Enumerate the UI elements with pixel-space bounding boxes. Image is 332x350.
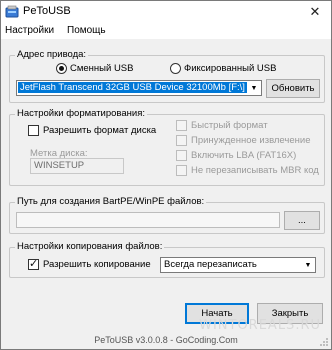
copy-settings-label: Настройки копирования файлов: [15, 241, 165, 253]
title-bar: PeToUSB ✕ [1, 1, 331, 23]
enable-lba-label: Включить LBA (FAT16X) [191, 150, 297, 161]
close-window-button[interactable]: ✕ [299, 1, 331, 22]
copy-settings-group: Настройки копирования файлов: Разрешить … [9, 241, 325, 278]
enable-format-label: Разрешить формат диска [43, 125, 157, 136]
browse-button[interactable]: ... [284, 211, 320, 230]
no-mbr-label: Не перезаписывать MBR код [191, 165, 319, 176]
petousb-window: PeToUSB ✕ Настройки Помощь Адрес привода… [0, 0, 332, 350]
copy-mode-value: Всегда перезаписать [164, 259, 257, 270]
quick-format-label: Быстрый формат [191, 120, 268, 131]
device-select[interactable]: JetFlash Transcend 32GB USB Device 32100… [16, 80, 262, 96]
checkbox-indicator[interactable] [176, 165, 187, 176]
menu-bar: Настройки Помощь [1, 23, 331, 39]
checkbox-indicator[interactable] [28, 257, 39, 270]
radio-fixed-usb[interactable]: Фиксированный USB [170, 63, 276, 74]
checkbox-indicator[interactable] [176, 150, 187, 161]
device-select-value: JetFlash Transcend 32GB USB Device 32100… [18, 82, 247, 93]
drive-address-label: Адрес привода: [15, 49, 89, 61]
window-title: PeToUSB [23, 5, 71, 17]
usb-drive-icon [5, 5, 19, 19]
status-text: PeToUSB v3.0.0.8 - GoCoding.Com [94, 335, 238, 345]
force-unmount-label: Принужденное извлечение [191, 135, 311, 146]
bartpe-path-group: Путь для создания BartPE/WinPE файлов: .… [9, 196, 325, 234]
quick-format-checkbox[interactable]: Быстрый формат [176, 120, 268, 131]
chevron-down-icon[interactable]: ▼ [301, 258, 315, 272]
enable-lba-checkbox[interactable]: Включить LBA (FAT16X) [176, 150, 296, 161]
enable-copy-checkbox[interactable]: Разрешить копирование [28, 257, 151, 270]
copy-mode-select[interactable]: Всегда перезаписать ▼ [160, 257, 316, 273]
menu-settings[interactable]: Настройки [5, 25, 54, 36]
checkbox-indicator[interactable] [28, 125, 39, 136]
volume-label-value: WINSETUP [34, 160, 85, 171]
menu-help[interactable]: Помощь [67, 25, 106, 36]
checkbox-indicator[interactable] [176, 120, 187, 131]
drive-address-group: Адрес привода: Сменный USB Фиксированный… [9, 49, 325, 103]
radio-fixed-label: Фиксированный USB [184, 63, 277, 74]
bartpe-path-label: Путь для создания BartPE/WinPE файлов: [15, 196, 207, 208]
format-settings-label: Настройки форматирования: [15, 108, 147, 120]
radio-indicator[interactable] [170, 63, 181, 74]
radio-indicator[interactable] [56, 63, 67, 74]
bartpe-path-input[interactable] [16, 212, 280, 228]
force-unmount-checkbox[interactable]: Принужденное извлечение [176, 135, 310, 146]
no-mbr-checkbox[interactable]: Не перезаписывать MBR код [176, 165, 319, 176]
resize-grip-icon[interactable] [319, 337, 329, 347]
volume-label-field[interactable]: WINSETUP [30, 158, 124, 174]
radio-removable-usb[interactable]: Сменный USB [56, 63, 133, 74]
checkbox-indicator[interactable] [176, 135, 187, 146]
enable-copy-label: Разрешить копирование [43, 259, 151, 270]
radio-removable-label: Сменный USB [70, 63, 134, 74]
refresh-button[interactable]: Обновить [266, 79, 320, 98]
format-settings-group: Настройки форматирования: Разрешить форм… [9, 108, 325, 186]
enable-format-checkbox[interactable]: Разрешить формат диска [28, 125, 156, 136]
chevron-down-icon[interactable]: ▼ [247, 81, 261, 95]
status-bar: PeToUSB v3.0.0.8 - GoCoding.Com [1, 331, 331, 349]
